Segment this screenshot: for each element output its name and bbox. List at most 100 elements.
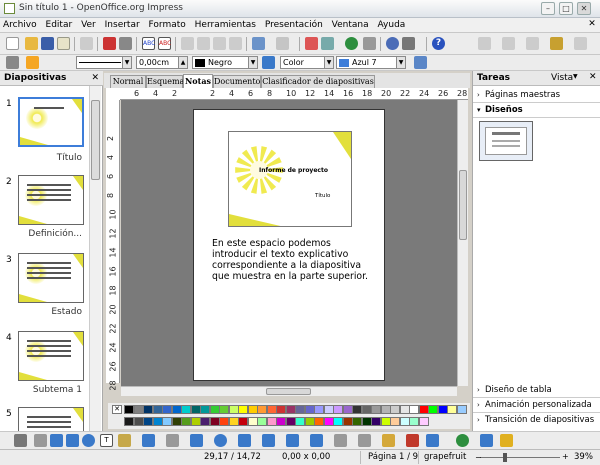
color-swatch[interactable] [247,417,258,426]
presentation-icon[interactable] [478,37,491,50]
no-fill-swatch[interactable]: ✕ [112,405,122,414]
close-button[interactable]: ✕ [577,2,591,15]
fill-color-select[interactable]: Azul 7 ▼ [336,56,406,69]
gallery-icon[interactable] [426,434,439,447]
chevron-down-icon[interactable]: ▼ [573,73,578,80]
color-swatch[interactable] [200,417,210,426]
new-icon[interactable] [6,37,19,50]
help-icon[interactable]: ? [432,37,445,50]
canvas-horizontal-scrollbar[interactable] [121,386,457,396]
view-menu[interactable]: Vista [551,73,573,83]
points-icon[interactable] [334,434,347,447]
color-swatch[interactable] [447,405,457,414]
color-swatch[interactable] [314,405,324,414]
color-swatch[interactable] [380,417,391,426]
open-icon[interactable] [25,37,38,50]
color-swatch[interactable] [323,417,334,426]
color-swatch[interactable] [143,405,153,414]
menu-presentacion[interactable]: Presentación [262,18,326,30]
close-preview-icon[interactable] [574,37,587,50]
color-swatch[interactable] [200,405,210,414]
extrusion-icon[interactable] [456,434,469,447]
slides-scrollbar[interactable] [89,86,101,431]
color-swatch[interactable] [285,417,296,426]
menu-archivo[interactable]: Archivo [0,18,40,30]
tab-normal[interactable]: Normal [110,75,146,88]
menu-ver[interactable]: Ver [78,18,99,30]
text-tool-icon[interactable]: T [100,434,113,447]
color-swatch[interactable] [124,405,134,414]
redo-icon[interactable] [276,37,289,50]
color-swatch[interactable] [380,405,391,414]
section-slide-transition[interactable]: › Transición de diapositivas [473,413,600,428]
color-swatch[interactable] [143,417,153,426]
autospellcheck-icon[interactable]: ABC [158,37,171,50]
slide-thumbnail-4[interactable] [18,331,84,381]
color-swatch[interactable] [171,417,182,426]
color-swatch[interactable] [228,405,239,414]
spellcheck-icon[interactable]: ABC [142,37,155,50]
callouts-icon[interactable] [286,434,299,447]
arrow-style-icon[interactable] [26,56,39,69]
color-swatch[interactable] [247,405,258,414]
color-swatch[interactable] [437,405,448,414]
close-panel-icon[interactable]: ✕ [91,73,99,83]
color-swatch[interactable] [190,405,201,414]
color-swatch[interactable] [409,405,419,414]
flowchart-icon[interactable] [262,434,275,447]
color-swatch[interactable] [209,417,220,426]
color-swatch[interactable] [352,417,362,426]
zoom-slider-handle[interactable] [503,453,507,462]
line-color-select[interactable]: Negro ▼ [192,56,258,69]
slide-thumbnail-5[interactable] [18,407,84,433]
undo-icon[interactable] [252,37,265,50]
rotate-icon[interactable] [480,434,493,447]
block-arrows-icon[interactable] [238,434,251,447]
menu-herramientas[interactable]: Herramientas [192,18,259,30]
slide-preview[interactable]: Informe de proyecto Título [228,131,352,227]
chart-icon[interactable] [305,37,318,50]
rectangle-tool-icon[interactable] [66,434,79,447]
color-swatch[interactable] [399,417,410,426]
color-swatch[interactable] [304,405,315,414]
copy-icon[interactable] [197,37,210,50]
color-swatch[interactable] [342,417,353,426]
tab-notas[interactable]: Notas [183,74,213,88]
color-swatch[interactable] [266,417,277,426]
notes-text[interactable]: En este espacio podemos introducir el te… [212,238,372,282]
color-swatch[interactable] [162,417,172,426]
color-swatch[interactable] [456,405,467,414]
color-swatch[interactable] [190,417,201,426]
color-swatch[interactable] [171,405,182,414]
basic-shapes-icon[interactable] [190,434,203,447]
slide-thumbnail-3[interactable] [18,253,84,303]
fontwork-icon[interactable] [382,434,395,447]
tab-esquema[interactable]: Esquema [146,75,184,88]
zoom-slider[interactable] [480,457,560,458]
color-swatch[interactable] [238,405,248,414]
color-swatch[interactable] [371,405,381,414]
curve-tool-icon[interactable] [118,434,131,447]
format-paintbrush-icon[interactable] [229,37,242,50]
scroll-thumb[interactable] [91,100,100,180]
arrow-tool-icon[interactable] [50,434,63,447]
menu-formato[interactable]: Formato [146,18,189,30]
color-swatch[interactable] [314,417,324,426]
section-table-design[interactable]: › Diseño de tabla [473,383,600,398]
slide-thumbnail-2[interactable] [18,175,84,225]
color-swatch[interactable] [342,405,353,414]
color-swatch[interactable] [285,405,296,414]
scroll-thumb[interactable] [266,388,311,395]
ellipse-tool-icon[interactable] [82,434,95,447]
lines-arrows-icon[interactable] [166,434,179,447]
menu-editar[interactable]: Editar [43,18,76,30]
select-icon[interactable] [14,434,27,447]
slide-layout-icon[interactable] [502,37,515,50]
color-swatch[interactable] [266,405,277,414]
color-swatch[interactable] [276,417,286,426]
canvas-vertical-scrollbar[interactable] [457,100,468,386]
section-master-pages[interactable]: › Páginas maestras [473,88,600,103]
maximize-button[interactable]: □ [559,2,573,15]
paste-icon[interactable] [213,37,226,50]
section-custom-animation[interactable]: › Animación personalizada [473,398,600,413]
